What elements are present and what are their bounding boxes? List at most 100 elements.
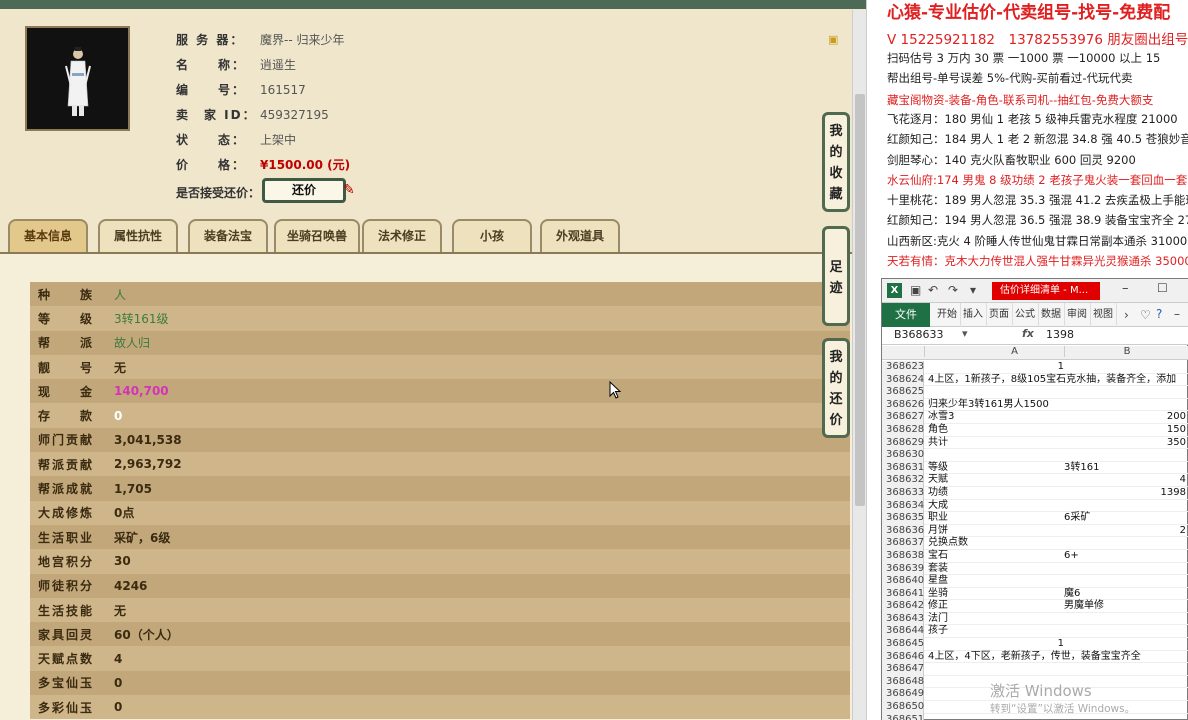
ribbon-tab-view[interactable]: 视图 — [1090, 303, 1117, 327]
name-box[interactable]: B368633 — [894, 328, 944, 341]
cell-a[interactable]: 共计 — [928, 437, 948, 450]
cell-b[interactable]: 男魔单修 — [1064, 600, 1186, 613]
cell-a[interactable]: 月饼 — [928, 525, 948, 538]
row-number[interactable]: 368628 — [882, 423, 924, 437]
ribbon-collapse-icon[interactable]: ♡ — [1140, 308, 1151, 322]
row-number[interactable]: 368641 — [882, 587, 924, 601]
cell-a[interactable]: 套装 — [928, 563, 948, 576]
tab-attributes[interactable]: 属性抗性 — [98, 219, 178, 253]
row-number[interactable]: 368623 — [882, 361, 924, 374]
cell-a[interactable]: 归来少年3转161男人1500 — [928, 399, 1049, 412]
cell-a[interactable]: 冰雪3 — [928, 411, 954, 424]
ribbon-minimize-icon[interactable]: – — [1174, 307, 1180, 321]
redo-icon[interactable]: ↷ — [948, 283, 958, 297]
cell-a[interactable]: 法门 — [928, 613, 948, 626]
row-number[interactable]: 368640 — [882, 575, 924, 588]
row-number[interactable]: 368632 — [882, 474, 924, 487]
row-number[interactable]: 368626 — [882, 398, 924, 412]
row-number[interactable]: 368637 — [882, 537, 924, 550]
cell-a[interactable]: 角色 — [928, 424, 948, 437]
cell-b[interactable]: 6采矿 — [1064, 512, 1186, 525]
row-number[interactable]: 368651 — [882, 713, 924, 720]
cell-a[interactable]: 4上区，1新孩子，8级105宝石克水抽，装备齐全，添加 — [928, 374, 1176, 387]
ribbon-tab-formulas[interactable]: 公式 — [1012, 303, 1039, 327]
haggle-button[interactable]: 还价 — [262, 178, 346, 203]
minimize-icon[interactable]: – — [1122, 281, 1129, 296]
row-number[interactable]: 368633 — [882, 486, 924, 500]
scrollbar[interactable] — [852, 10, 866, 720]
cell-a[interactable]: 修正 — [928, 600, 948, 613]
favorites-button[interactable]: 我的收藏 — [822, 112, 850, 212]
cell-a[interactable]: 兑换点数 — [928, 537, 968, 550]
cell-b[interactable]: 1 — [928, 361, 1064, 374]
column-header-b[interactable]: B — [1064, 346, 1188, 357]
cell-a[interactable]: 职业 — [928, 512, 948, 525]
row-number[interactable]: 368625 — [882, 386, 924, 399]
table-row: 368625 — [882, 386, 1188, 399]
fx-icon[interactable]: fx — [1022, 327, 1034, 340]
row-number[interactable]: 368638 — [882, 549, 924, 563]
row-number[interactable]: 368644 — [882, 625, 924, 639]
footprint-button[interactable]: 足迹 — [822, 226, 850, 326]
cell-a[interactable]: 大成 — [928, 500, 948, 513]
row-number[interactable]: 368642 — [882, 600, 924, 613]
cell-a[interactable]: 星盘 — [928, 575, 948, 588]
customize-qa-icon[interactable]: ▾ — [970, 283, 976, 297]
row-number[interactable]: 368649 — [882, 688, 924, 702]
scroll-thumb[interactable] — [855, 94, 865, 506]
tab-basic-info[interactable]: 基本信息 — [8, 219, 88, 253]
tab-appearance[interactable]: 外观道具 — [540, 219, 620, 253]
formula-input[interactable]: 1398 — [1046, 328, 1074, 341]
row-number[interactable]: 368643 — [882, 612, 924, 626]
my-haggles-button[interactable]: 我的还价 — [822, 338, 850, 438]
cell-b[interactable]: 1398 — [1064, 487, 1186, 500]
cell-b[interactable]: 6+ — [1064, 550, 1186, 563]
cell-a[interactable]: 等级 — [928, 462, 948, 475]
row-number[interactable]: 368645 — [882, 638, 924, 651]
cell-b[interactable]: 3转161 — [1064, 462, 1186, 475]
row-number[interactable]: 368630 — [882, 449, 924, 462]
name-box-dropdown-icon[interactable]: ▾ — [962, 327, 968, 340]
ribbon-tab-home[interactable]: 开始 — [934, 303, 961, 327]
ribbon-more-icon[interactable]: › — [1124, 308, 1129, 322]
row-number[interactable]: 368624 — [882, 373, 924, 387]
row-number[interactable]: 368648 — [882, 675, 924, 689]
tab-equipment[interactable]: 装备法宝 — [188, 219, 268, 253]
cell-b[interactable]: 2 — [1064, 525, 1186, 538]
ribbon-tab-review[interactable]: 审阅 — [1064, 303, 1091, 327]
cell-b[interactable]: 1 — [928, 638, 1064, 651]
tab-children[interactable]: 小孩 — [452, 219, 532, 253]
row-number[interactable]: 368650 — [882, 701, 924, 714]
save-icon[interactable]: ▣ — [910, 283, 921, 297]
cell-a[interactable]: 坐骑 — [928, 588, 948, 601]
ribbon-tab-page[interactable]: 页面 — [986, 303, 1013, 327]
maximize-icon[interactable]: ☐ — [1157, 281, 1168, 295]
help-icon[interactable]: ? — [1156, 307, 1162, 321]
cell-b[interactable]: 200 — [1064, 411, 1186, 424]
ribbon-file-tab[interactable]: 文件 — [882, 303, 930, 327]
row-number[interactable]: 368636 — [882, 524, 924, 538]
cell-b[interactable]: 350 — [1064, 437, 1186, 450]
ribbon-tab-data[interactable]: 数据 — [1038, 303, 1065, 327]
row-number[interactable]: 368639 — [882, 562, 924, 576]
gift-icon[interactable]: ▣ — [828, 33, 838, 46]
row-number[interactable]: 368635 — [882, 512, 924, 525]
cell-a[interactable]: 宝石 — [928, 550, 948, 563]
cell-a[interactable]: 功绩 — [928, 487, 948, 500]
row-number[interactable]: 368627 — [882, 411, 924, 424]
tab-spells[interactable]: 法术修正 — [362, 219, 442, 253]
cell-a[interactable]: 天赋 — [928, 474, 948, 487]
row-number[interactable]: 368631 — [882, 461, 924, 475]
row-number[interactable]: 368629 — [882, 436, 924, 450]
ribbon-tab-insert[interactable]: 插入 — [960, 303, 987, 327]
undo-icon[interactable]: ↶ — [928, 283, 938, 297]
tab-mounts-pets[interactable]: 坐骑召唤兽 — [274, 219, 360, 253]
cell-b[interactable]: 150 — [1064, 424, 1186, 437]
cell-a[interactable]: 孩子 — [928, 625, 948, 638]
row-number[interactable]: 368646 — [882, 650, 924, 664]
cell-b[interactable]: 魔6 — [1064, 588, 1186, 601]
cell-b[interactable]: 4 — [1064, 474, 1186, 487]
row-number[interactable]: 368647 — [882, 663, 924, 676]
row-number[interactable]: 368634 — [882, 499, 924, 513]
cell-a[interactable]: 4上区，4下区，老新孩子，传世，装备宝宝齐全 — [928, 651, 1141, 664]
